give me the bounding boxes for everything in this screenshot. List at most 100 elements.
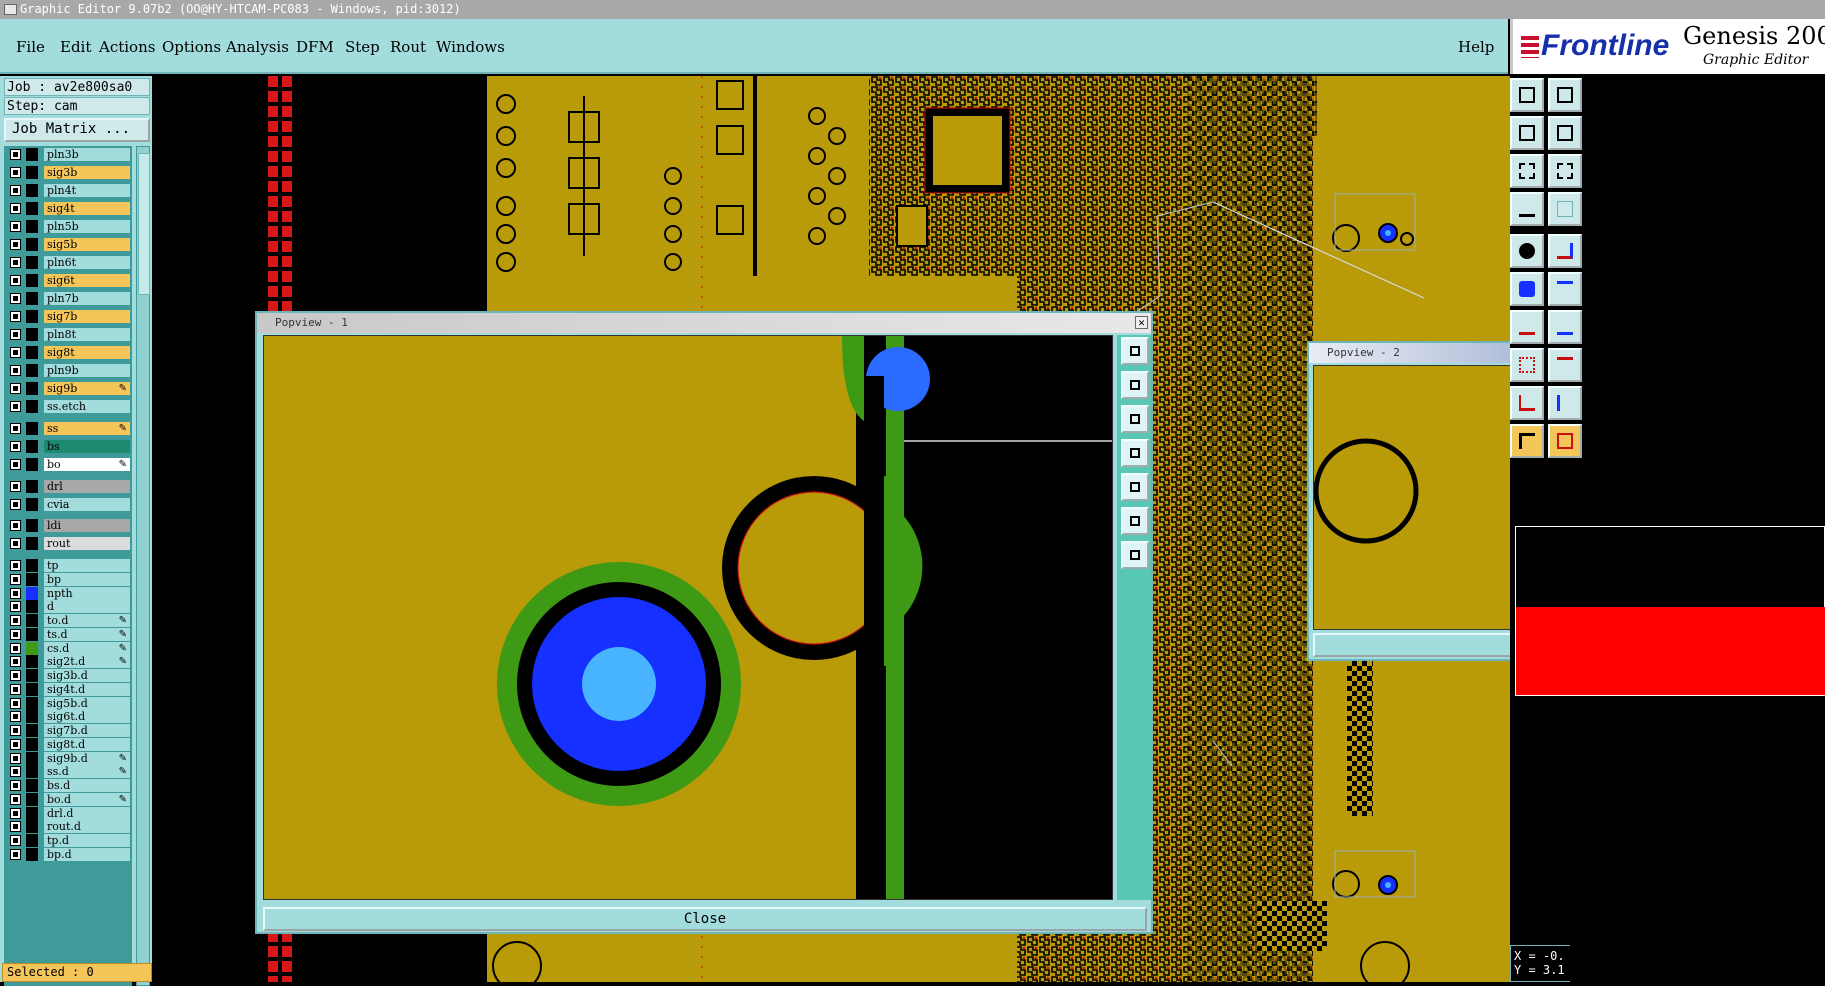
layer-row-pln4t[interactable]: pln4t [6, 183, 130, 198]
tool-select-icon[interactable] [1510, 234, 1544, 268]
layer-name[interactable]: sig9b.d ✎ [44, 751, 130, 765]
layer-color-swatch[interactable] [26, 400, 38, 413]
layer-checkbox[interactable] [10, 656, 21, 668]
layer-color-swatch[interactable] [26, 480, 38, 493]
tool-cursor-icon[interactable] [1548, 424, 1582, 458]
scrollbar-thumb[interactable] [138, 153, 150, 295]
layer-row-sig9b-d[interactable]: sig9b.d ✎ [6, 751, 130, 766]
layer-row-pln9b[interactable]: pln9b [6, 363, 130, 378]
layer-name[interactable]: sig7b [44, 310, 130, 323]
layer-row-bs[interactable]: bs [6, 439, 130, 454]
layer-row-pln3b[interactable]: pln3b [6, 147, 130, 162]
popview-1-pan-left-icon[interactable] [1121, 439, 1149, 467]
layer-name[interactable]: pln7b [44, 292, 130, 305]
layer-row-ss-d[interactable]: ss.d ✎ [6, 764, 130, 779]
layer-row-sig3b[interactable]: sig3b [6, 165, 130, 180]
tool-slot-icon[interactable] [1548, 348, 1582, 382]
tool-polygon-icon[interactable] [1510, 386, 1544, 420]
overview-window[interactable] [1515, 526, 1825, 696]
layer-name[interactable]: sig4t.d [44, 682, 130, 696]
layer-name[interactable]: sig5b.d [44, 696, 130, 710]
layer-checkbox[interactable] [10, 697, 21, 709]
layer-name[interactable]: to.d ✎ [44, 614, 130, 627]
layer-row-pln7b[interactable]: pln7b [6, 291, 130, 306]
layer-checkbox[interactable] [10, 441, 21, 452]
layer-row-sig4t[interactable]: sig4t [6, 201, 130, 216]
layer-color-swatch[interactable] [26, 724, 38, 737]
tool-pointer-icon[interactable] [1510, 424, 1544, 458]
menu-file[interactable]: File [16, 38, 45, 56]
layer-color-swatch[interactable] [26, 572, 38, 586]
layer-checkbox[interactable] [10, 401, 21, 412]
layer-row-tp-d[interactable]: tp.d [6, 833, 130, 848]
menu-actions[interactable]: Actions [99, 38, 155, 56]
popview-1-center-icon[interactable] [1121, 541, 1149, 569]
layer-row-ts-d[interactable]: ts.d ✎ [6, 627, 130, 642]
layer-name[interactable]: bo ✎ [44, 458, 130, 471]
layer-checkbox[interactable] [10, 848, 21, 860]
layer-checkbox[interactable] [10, 538, 21, 549]
layer-name[interactable]: sig6t [44, 274, 130, 287]
layer-color-swatch[interactable] [26, 792, 38, 806]
menu-options[interactable]: Options [162, 38, 221, 56]
layer-color-swatch[interactable] [26, 710, 38, 724]
layer-row-cvia[interactable]: cvia [6, 497, 130, 512]
layer-color-swatch[interactable] [26, 458, 38, 471]
layer-row-tp[interactable]: tp [6, 558, 130, 573]
layer-row-pln8t[interactable]: pln8t [6, 327, 130, 342]
layer-checkbox[interactable] [10, 185, 21, 196]
layer-checkbox[interactable] [10, 587, 21, 599]
layer-checkbox[interactable] [10, 275, 21, 286]
layer-name[interactable]: bo.d ✎ [44, 792, 130, 806]
layer-checkbox[interactable] [10, 752, 21, 764]
layer-name[interactable]: sig8t [44, 346, 130, 359]
tool-line-icon[interactable] [1510, 310, 1544, 344]
layer-list-scrollbar[interactable] [136, 146, 150, 986]
layer-color-swatch[interactable] [26, 422, 38, 435]
layer-name[interactable]: pln4t [44, 184, 130, 197]
layer-row-sig5b[interactable]: sig5b [6, 237, 130, 252]
popview-1-zoom-in-icon[interactable] [1121, 337, 1149, 365]
menu-dfm[interactable]: DFM [296, 38, 334, 56]
layer-row-pln6t[interactable]: pln6t [6, 255, 130, 270]
layer-color-swatch[interactable] [26, 627, 38, 641]
layer-checkbox[interactable] [10, 221, 21, 232]
layer-checkbox[interactable] [10, 766, 21, 778]
layer-row-sig3b-d[interactable]: sig3b.d [6, 668, 130, 683]
layer-row-sig7b[interactable]: sig7b [6, 309, 130, 324]
layer-name[interactable]: bs.d [44, 779, 130, 792]
layer-checkbox[interactable] [10, 573, 21, 585]
layer-checkbox[interactable] [10, 615, 21, 626]
layer-color-swatch[interactable] [26, 847, 38, 861]
popview-1-titlebar[interactable]: Popview - 1 ✕ [257, 313, 1151, 333]
layer-color-swatch[interactable] [26, 202, 38, 215]
layer-name[interactable]: cs.d ✎ [44, 641, 130, 655]
layer-color-swatch[interactable] [26, 600, 38, 614]
layer-color-swatch[interactable] [26, 148, 38, 161]
layer-row-bp[interactable]: bp [6, 572, 130, 587]
layer-color-swatch[interactable] [26, 310, 38, 323]
layer-row-rout[interactable]: rout [6, 536, 130, 551]
popview-1-close-button[interactable]: Close [263, 907, 1147, 931]
layer-name[interactable]: sig7b.d [44, 724, 130, 737]
layer-checkbox[interactable] [10, 807, 21, 819]
layer-name[interactable]: sig3b.d [44, 669, 130, 682]
layer-checkbox[interactable] [10, 520, 21, 531]
layer-color-swatch[interactable] [26, 669, 38, 682]
layer-name[interactable]: pln3b [44, 148, 130, 161]
layer-checkbox[interactable] [10, 329, 21, 340]
layer-row-drl[interactable]: drl [6, 479, 130, 494]
tool-route-icon[interactable] [1510, 272, 1544, 306]
layer-checkbox[interactable] [10, 642, 21, 654]
tool-arc-icon[interactable] [1548, 310, 1582, 344]
layer-checkbox[interactable] [10, 149, 21, 160]
layer-color-swatch[interactable] [26, 292, 38, 305]
layer-checkbox[interactable] [10, 365, 21, 376]
layer-color-swatch[interactable] [26, 498, 38, 511]
layer-name[interactable]: d [44, 600, 130, 614]
layer-row-sig9b[interactable]: sig9b ✎ [6, 381, 130, 396]
layer-row-to-d[interactable]: to.d ✎ [6, 613, 130, 628]
layer-checkbox[interactable] [10, 725, 21, 736]
layer-name[interactable]: pln5b [44, 220, 130, 233]
layer-name[interactable]: sig8t.d [44, 737, 130, 751]
